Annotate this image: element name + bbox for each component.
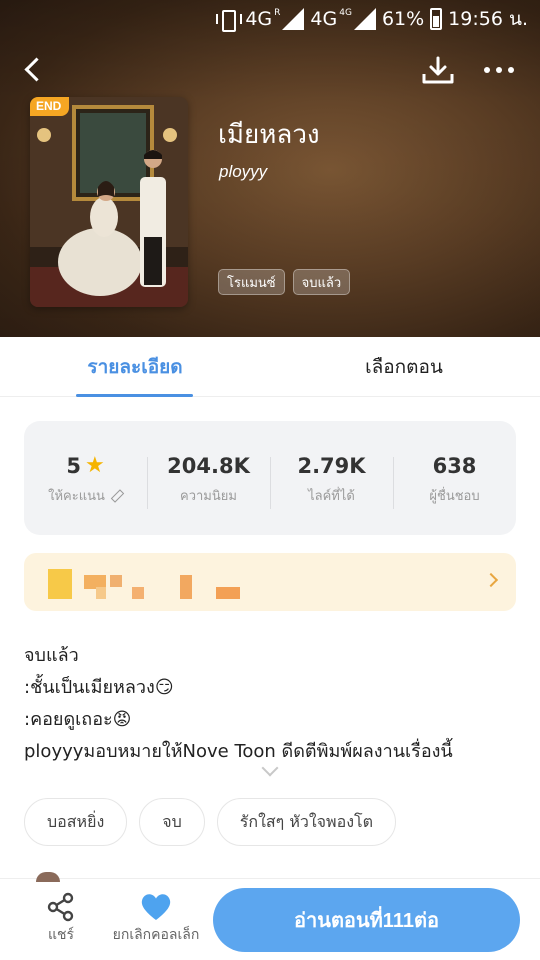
rating-label: ให้คะแนน	[48, 488, 105, 504]
censored-block	[180, 575, 192, 599]
share-label: แชร์	[47, 927, 75, 943]
censored-block	[110, 575, 122, 587]
heart-icon	[141, 894, 171, 920]
comment-avatar-peek	[36, 872, 60, 882]
censored-block	[132, 587, 144, 599]
book-author[interactable]: ployyy	[219, 162, 267, 182]
genre-tag[interactable]: โรแมนซ์	[218, 269, 285, 295]
stat-likes: 2.79K ไลค์ที่ได้	[270, 451, 393, 509]
tab-bar: รายละเอียด เลือกตอน	[0, 337, 540, 397]
status-bar: 4G R 4G 4G 61% 19:56 น.	[0, 0, 540, 38]
keyword-chip[interactable]: จบ	[139, 798, 205, 846]
star-icon: ★	[84, 452, 105, 478]
stat-fans: 638 ผู้ชื่นชอบ	[393, 451, 516, 509]
censored-block	[216, 587, 240, 599]
keyword-chip[interactable]: บอสหยิ่ง	[24, 798, 128, 846]
vibrate-icon	[215, 8, 243, 32]
share-icon	[47, 892, 74, 922]
network-2: 4G 4G	[310, 8, 376, 30]
tab-detail[interactable]: รายละเอียด	[76, 337, 194, 397]
stat-rating[interactable]: 5 ★ ให้คะแนน	[24, 451, 147, 506]
genre-tags: โรแมนซ์ จบแล้ว	[218, 269, 351, 295]
popularity-label: ความนิยม	[180, 488, 237, 504]
popularity-value: 204.8K	[167, 453, 250, 478]
fans-label: ผู้ชื่นชอบ	[429, 488, 480, 504]
clock: 19:56 น.	[448, 8, 528, 30]
network-1: 4G R	[245, 8, 305, 30]
back-button[interactable]	[16, 52, 52, 88]
synopsis-line: :คอยดูเถอะ😡	[24, 709, 132, 730]
more-button[interactable]	[478, 52, 520, 88]
rating-value: 5	[66, 453, 81, 478]
censored-block	[96, 587, 106, 599]
signal-icon	[353, 8, 376, 30]
synopsis: จบแล้ว :ชั้นเป็นเมียหลวง😏 :คอยดูเถอะ😡 pl…	[24, 640, 524, 768]
book-info: เมียหลวง ployyy	[218, 114, 320, 181]
more-dot	[496, 67, 502, 73]
continue-reading-button[interactable]: อ่านตอนที่111ต่อ	[213, 888, 520, 952]
likes-value: 2.79K	[297, 453, 366, 478]
synopsis-line: :ชั้นเป็นเมียหลวง😏	[24, 677, 174, 698]
more-dot	[484, 67, 490, 73]
status-tag[interactable]: จบแล้ว	[292, 269, 351, 295]
fans-value: 638	[432, 453, 477, 478]
battery-percent: 61%	[381, 8, 425, 30]
chevron-down-icon[interactable]	[258, 764, 282, 780]
keyword-chips: บอสหยิ่ง จบ รักใสๆ หัวใจพองโต	[24, 798, 397, 846]
chevron-right-icon	[486, 571, 500, 591]
stat-popularity: 204.8K ความนิยม	[147, 451, 270, 509]
battery-icon	[430, 8, 443, 30]
top-navigation	[0, 48, 540, 92]
book-cover[interactable]: END	[30, 97, 188, 307]
censored-block	[48, 569, 72, 599]
likes-label: ไลค์ที่ได้	[308, 488, 355, 504]
synopsis-line: จบแล้ว	[24, 645, 79, 666]
stats-panel: 5 ★ ให้คะแนน 204.8K ความนิยม 2.79K ไลค์ท…	[24, 421, 516, 535]
more-dot	[508, 67, 514, 73]
unfollow-label: ยกเลิกคอลเล็ก	[112, 927, 200, 943]
download-button[interactable]	[418, 52, 458, 88]
end-badge: END	[30, 97, 70, 116]
book-title: เมียหลวง	[218, 120, 320, 150]
tab-episodes[interactable]: เลือกตอน	[352, 337, 456, 397]
keyword-chip[interactable]: รักใสๆ หัวใจพองโต	[216, 798, 397, 846]
unfollow-collection-button[interactable]: ยกเลิกคอลเล็ก	[106, 892, 206, 948]
fans-banner[interactable]	[24, 553, 516, 611]
download-icon	[422, 56, 454, 84]
signal-icon	[282, 8, 305, 30]
cover-illustration	[30, 97, 188, 307]
share-button[interactable]: แชร์	[36, 892, 86, 948]
pen-icon	[109, 488, 123, 502]
